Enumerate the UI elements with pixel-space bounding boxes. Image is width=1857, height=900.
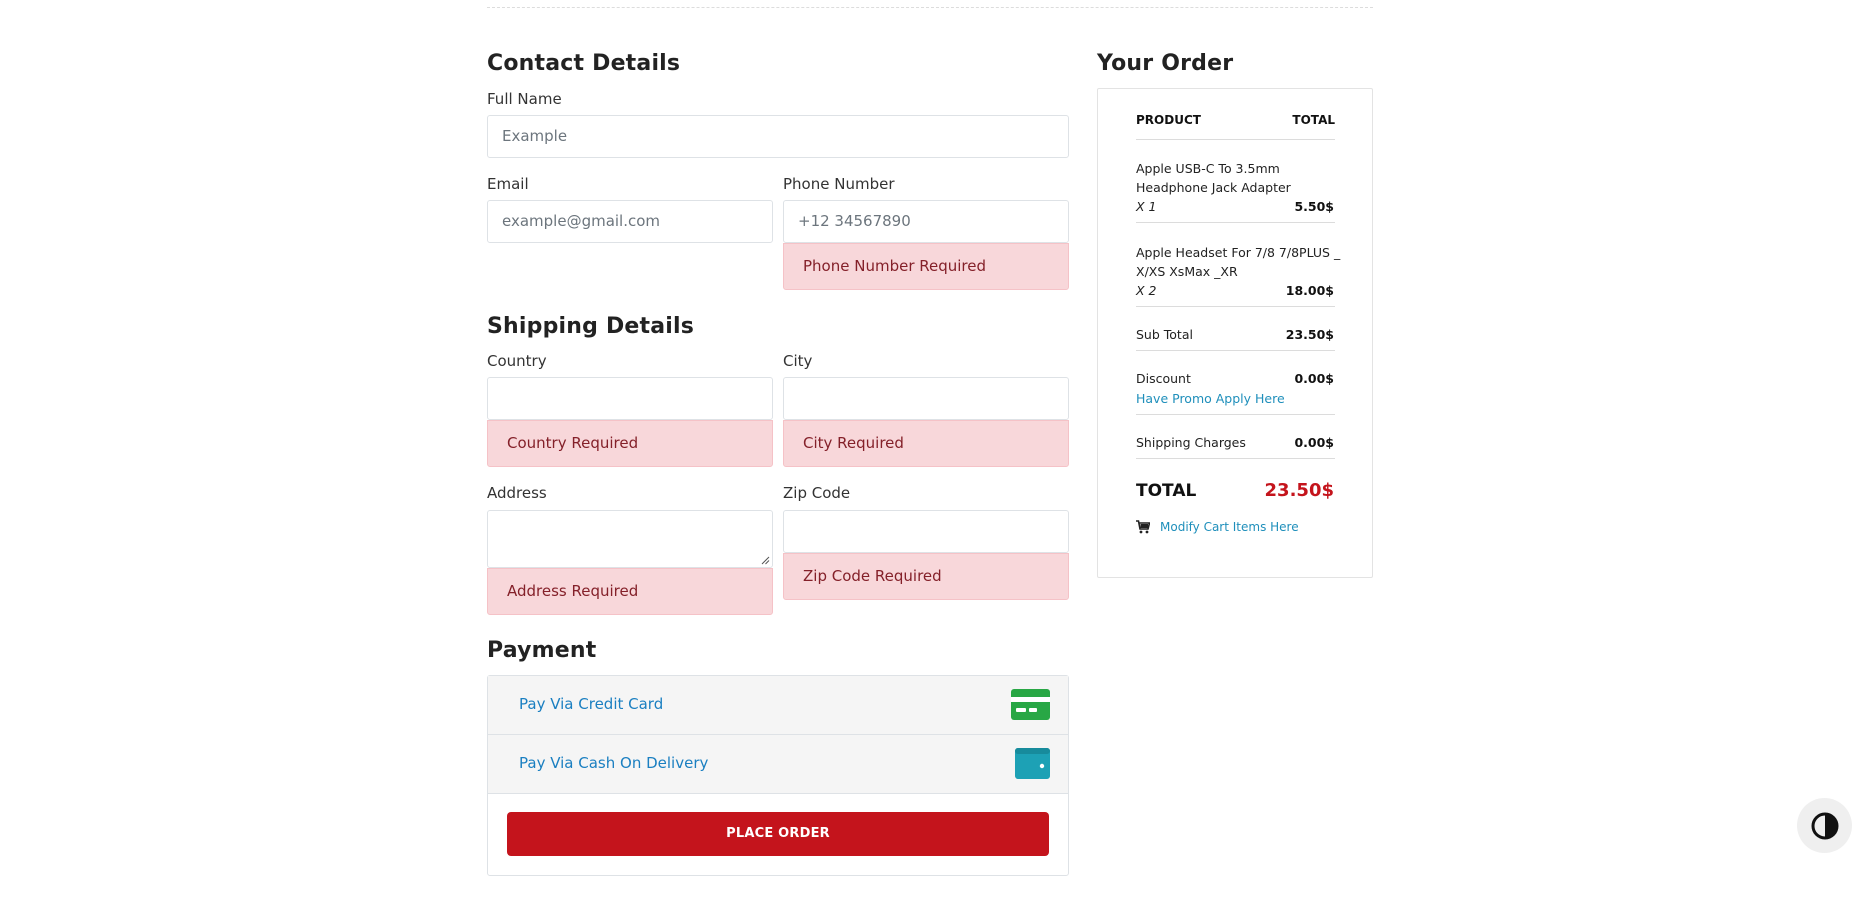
total-value: 23.50$ <box>1264 480 1334 501</box>
order-item-name-cont: X/XS XsMax _XR <box>1136 264 1238 279</box>
product-column-header: PRODUCT <box>1136 113 1201 127</box>
your-order-title: Your Order <box>1097 51 1234 76</box>
divider <box>1136 222 1335 223</box>
pay-credit-card-option[interactable]: Pay Via Credit Card <box>488 676 1068 735</box>
contrast-icon <box>1811 812 1839 840</box>
total-label: TOTAL <box>1136 481 1197 501</box>
discount-value: 0.00$ <box>1294 371 1334 386</box>
divider <box>1136 414 1335 415</box>
phone-error: Phone Number Required <box>783 243 1069 290</box>
country-error: Country Required <box>487 420 773 467</box>
zip-code-label: Zip Code <box>783 484 851 502</box>
subtotal-value: 23.50$ <box>1285 327 1334 342</box>
divider <box>1136 139 1335 140</box>
zip-code-error: Zip Code Required <box>783 553 1069 600</box>
shipping-details-title: Shipping Details <box>487 314 695 339</box>
email-input[interactable]: example@gmail.com <box>487 200 773 243</box>
order-item-qty: X 1 <box>1136 199 1157 214</box>
address-error: Address Required <box>487 568 773 615</box>
full-name-input[interactable]: Example <box>487 115 1069 158</box>
modify-cart-link[interactable]: Modify Cart Items Here <box>1160 520 1299 534</box>
resize-grip-icon[interactable] <box>761 556 770 565</box>
promo-link[interactable]: Have Promo Apply Here <box>1136 391 1285 406</box>
top-divider <box>487 7 1373 8</box>
divider <box>1136 350 1335 351</box>
city-input[interactable] <box>783 377 1069 420</box>
country-label: Country <box>487 352 547 370</box>
place-order-button[interactable]: PLACE ORDER <box>507 812 1049 856</box>
divider <box>1136 306 1335 307</box>
payment-box: Pay Via Credit Card Pay Via Cash On Deli… <box>487 675 1069 876</box>
shipping-charges-label: Shipping Charges <box>1136 435 1246 450</box>
country-input[interactable] <box>487 377 773 420</box>
discount-label: Discount <box>1136 371 1191 386</box>
phone-label: Phone Number <box>783 175 895 193</box>
shipping-charges-value: 0.00$ <box>1294 435 1334 450</box>
phone-input[interactable]: +12 34567890 <box>783 200 1069 243</box>
order-item-price: 18.00$ <box>1285 283 1334 298</box>
credit-card-icon <box>1011 689 1050 720</box>
total-column-header: TOTAL <box>1292 113 1335 127</box>
email-label: Email <box>487 175 529 193</box>
order-item-name: Apple USB-C To 3.5mm <box>1136 161 1280 176</box>
order-item-name: Apple Headset For 7/8 7/8PLUS _ <box>1136 245 1341 260</box>
divider <box>1136 458 1335 459</box>
order-item-price: 5.50$ <box>1294 199 1334 214</box>
zip-code-input[interactable] <box>783 510 1069 553</box>
city-error: City Required <box>783 420 1069 467</box>
cart-icon <box>1136 520 1150 534</box>
address-textarea[interactable] <box>487 510 773 568</box>
wallet-icon <box>1015 748 1050 779</box>
contact-details-title: Contact Details <box>487 51 681 76</box>
subtotal-label: Sub Total <box>1136 327 1193 342</box>
city-label: City <box>783 352 813 370</box>
order-item-name-cont: Headphone Jack Adapter <box>1136 180 1291 195</box>
payment-title: Payment <box>487 638 597 663</box>
order-table-header: PRODUCT TOTAL <box>1136 113 1335 127</box>
pay-cash-on-delivery-option[interactable]: Pay Via Cash On Delivery <box>488 735 1068 794</box>
pay-cash-on-delivery-label: Pay Via Cash On Delivery <box>519 754 709 772</box>
address-label: Address <box>487 484 547 502</box>
theme-toggle-button[interactable] <box>1797 798 1852 853</box>
order-item-qty: X 2 <box>1136 283 1157 298</box>
order-summary: PRODUCT TOTAL Apple USB-C To 3.5mm Headp… <box>1097 88 1373 578</box>
pay-credit-card-label: Pay Via Credit Card <box>519 695 664 713</box>
full-name-label: Full Name <box>487 90 562 108</box>
